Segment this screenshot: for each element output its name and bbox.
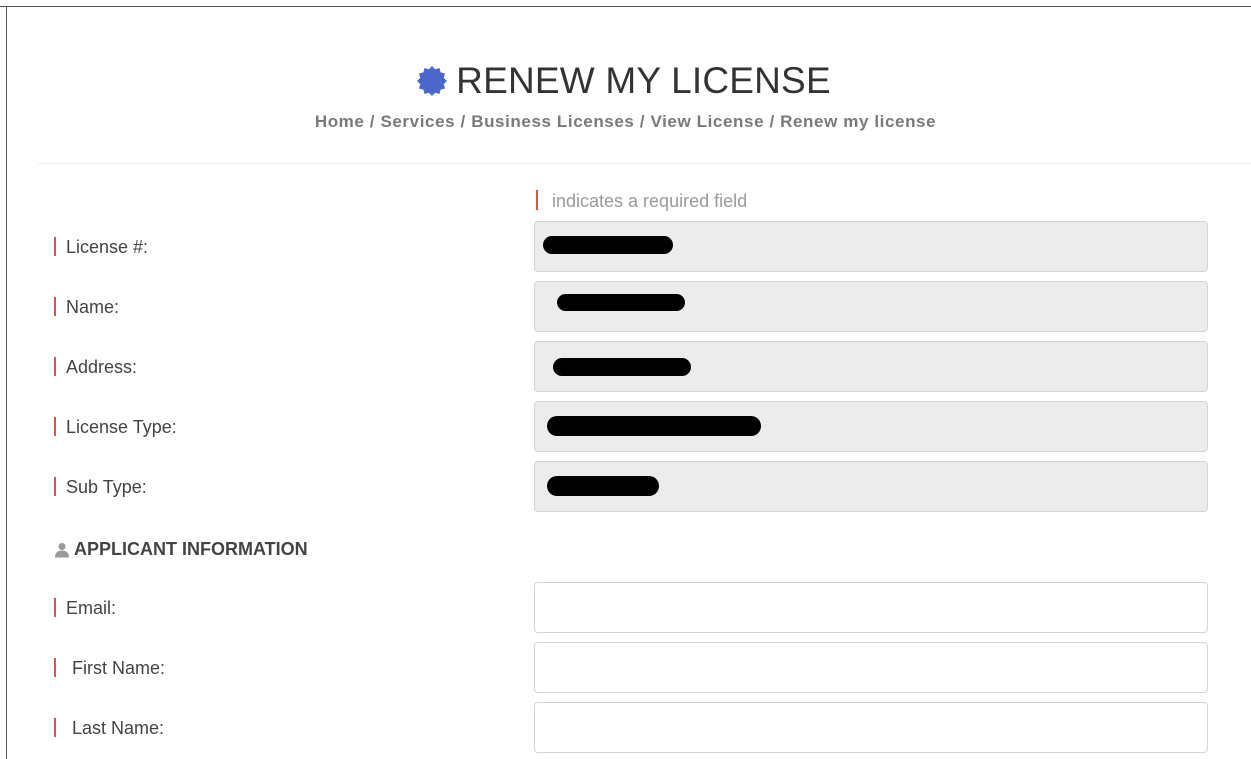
address-row: Address: — [0, 341, 1251, 393]
required-marker — [536, 190, 538, 210]
email-row: Email: — [0, 582, 1251, 634]
breadcrumb-separator: / — [634, 112, 651, 131]
window-border-top — [0, 6, 1251, 7]
required-field-note: indicates a required field — [536, 190, 747, 212]
last-name-row: Last Name: — [0, 702, 1251, 754]
required-marker — [54, 598, 56, 617]
page-header: RENEW MY LICENSE — [0, 60, 1251, 102]
required-note-text: indicates a required field — [552, 191, 748, 211]
redaction-mark — [557, 294, 685, 311]
breadcrumb-view-license[interactable]: View License — [650, 112, 764, 131]
sub-type-field — [534, 461, 1208, 512]
last-name-label-text: Last Name: — [72, 718, 165, 738]
first-name-label-text: First Name: — [72, 658, 166, 678]
last-name-field[interactable] — [534, 702, 1208, 753]
required-marker — [54, 718, 56, 737]
sub-type-label-text: Sub Type: — [66, 477, 147, 497]
redaction-mark — [543, 236, 673, 254]
gear-badge-icon — [417, 66, 448, 96]
required-marker — [54, 477, 56, 496]
first-name-label: First Name: — [54, 642, 165, 694]
license-type-field — [534, 401, 1208, 452]
header-divider — [38, 163, 1251, 164]
applicant-section-title: APPLICANT INFORMATION — [74, 539, 308, 559]
redaction-mark — [553, 358, 691, 376]
address-field — [534, 341, 1208, 392]
name-label-text: Name: — [66, 297, 120, 317]
breadcrumb-separator: / — [364, 112, 381, 131]
breadcrumb-business-licenses[interactable]: Business Licenses — [471, 112, 634, 131]
last-name-label: Last Name: — [54, 702, 164, 754]
address-label: Address: — [54, 341, 137, 393]
name-field — [534, 281, 1208, 332]
redaction-mark — [547, 416, 761, 436]
sub-type-row: Sub Type: — [0, 461, 1251, 513]
name-label: Name: — [54, 281, 119, 333]
license-type-label: License Type: — [54, 401, 177, 453]
first-name-row: First Name: — [0, 642, 1251, 694]
license-number-label-text: License #: — [66, 237, 149, 257]
sub-type-label: Sub Type: — [54, 461, 147, 513]
breadcrumb-separator: / — [764, 112, 781, 131]
license-number-label: License #: — [54, 221, 148, 273]
breadcrumb-separator: / — [455, 112, 472, 131]
email-label: Email: — [54, 582, 116, 634]
license-number-field — [534, 221, 1208, 272]
required-marker — [54, 658, 56, 677]
page-title: RENEW MY LICENSE — [416, 60, 831, 102]
license-type-label-text: License Type: — [66, 417, 177, 437]
email-label-text: Email: — [66, 598, 117, 618]
breadcrumb-home[interactable]: Home — [315, 112, 365, 131]
required-marker — [54, 417, 56, 436]
redaction-mark — [547, 476, 659, 496]
address-label-text: Address: — [66, 357, 138, 377]
required-marker — [54, 357, 56, 376]
name-row: Name: — [0, 281, 1251, 333]
required-marker — [54, 237, 56, 256]
applicant-section-header: APPLICANT INFORMATION — [54, 539, 308, 560]
email-field[interactable] — [534, 582, 1208, 633]
person-icon — [55, 542, 69, 557]
breadcrumb: Home / Services / Business Licenses / Vi… — [0, 112, 1251, 132]
required-marker — [54, 297, 56, 316]
first-name-field[interactable] — [534, 642, 1208, 693]
breadcrumb-services[interactable]: Services — [380, 112, 455, 131]
page-title-text: RENEW MY LICENSE — [456, 60, 831, 101]
breadcrumb-current: Renew my license — [780, 112, 937, 131]
license-type-row: License Type: — [0, 401, 1251, 453]
license-number-row: License #: — [0, 221, 1251, 273]
